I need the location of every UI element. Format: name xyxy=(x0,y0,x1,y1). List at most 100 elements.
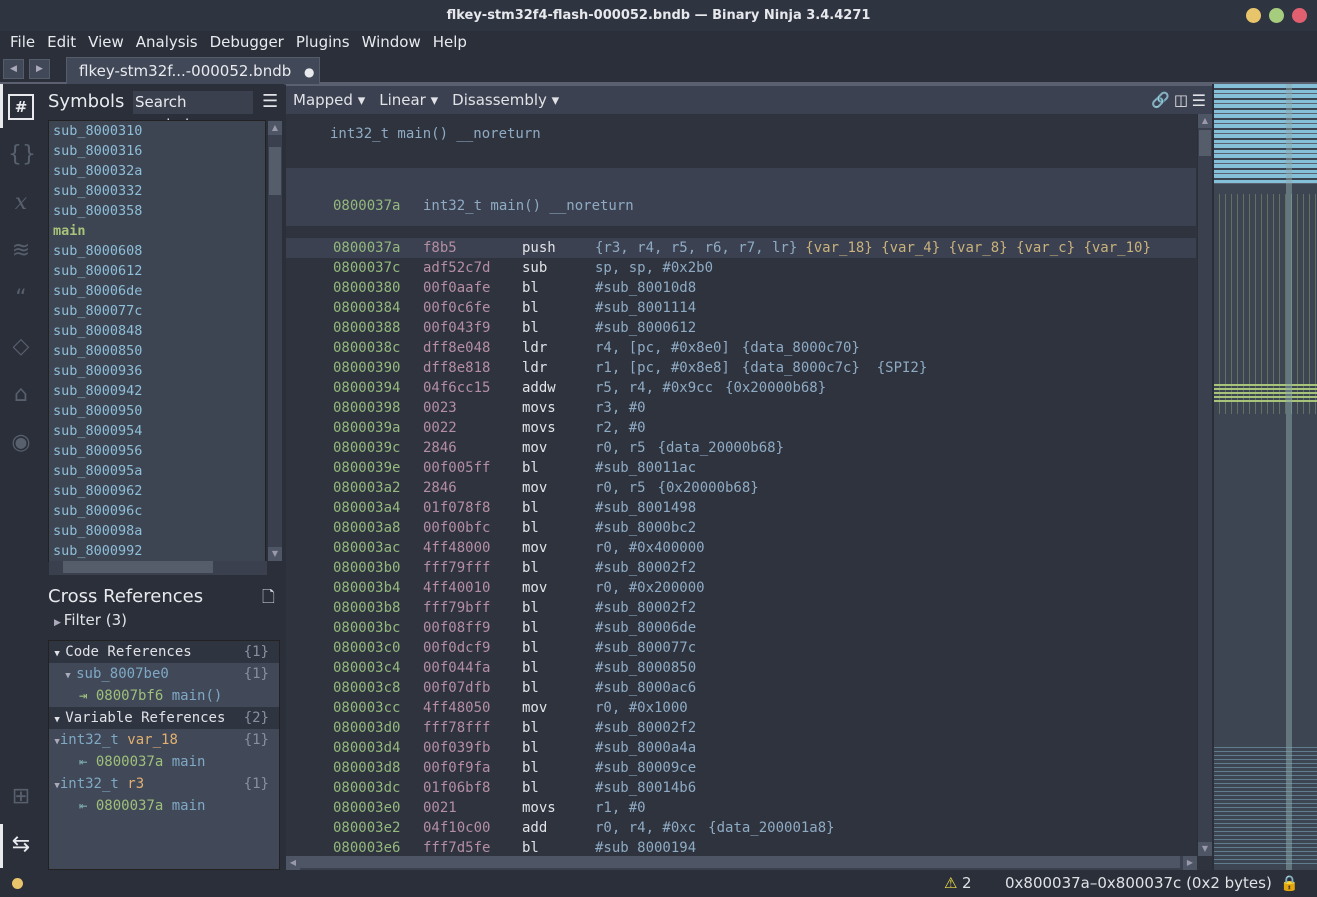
warning-icon[interactable]: ⚠ xyxy=(944,870,957,897)
tags-icon[interactable]: ◇ xyxy=(8,334,34,360)
minimize-button[interactable] xyxy=(1246,8,1261,23)
symbol-item[interactable]: sub_8000310 xyxy=(49,121,265,141)
instruction-row[interactable]: 080003cc 4ff48050 mov r0, #0x1000 xyxy=(286,698,1196,718)
lock-icon[interactable]: 🔒 xyxy=(1280,870,1299,897)
mapped-dropdown[interactable]: Mapped ▾ xyxy=(293,91,365,109)
xref-code-item[interactable]: ⇥ 08007bf6 main() xyxy=(49,685,279,707)
symbol-item[interactable]: sub_800095a xyxy=(49,461,265,481)
disassembly-dropdown[interactable]: Disassembly ▾ xyxy=(452,91,559,109)
close-button[interactable] xyxy=(1292,8,1307,23)
instruction-row[interactable]: 08000384 00f0c6fe bl #sub_8001114 xyxy=(286,298,1196,318)
menu-window[interactable]: Window xyxy=(356,31,427,54)
xref-variable-item[interactable]: ▼int32_t r3 {1} xyxy=(49,773,279,795)
variables-icon[interactable]: x xyxy=(8,190,34,216)
minimap[interactable] xyxy=(1214,84,1317,870)
menu-file[interactable]: File xyxy=(4,31,41,54)
cross-references-icon[interactable]: ⇆ xyxy=(8,832,34,858)
link-icon[interactable]: 🔗 xyxy=(1151,91,1170,109)
menu-plugins[interactable]: Plugins xyxy=(290,31,356,54)
menu-edit[interactable]: Edit xyxy=(41,31,82,54)
instruction-row[interactable]: 080003e6 fff7d5fe bl #sub_8000194 xyxy=(286,838,1196,854)
instruction-row[interactable]: 0800039a 0022 movs r2, #0 xyxy=(286,418,1196,438)
symbol-item[interactable]: sub_8000950 xyxy=(49,401,265,421)
symbol-item[interactable]: sub_8000956 xyxy=(49,441,265,461)
instruction-row[interactable]: 080003ac 4ff48000 mov r0, #0x400000 xyxy=(286,538,1196,558)
graph-icon[interactable]: ⊞ xyxy=(8,784,34,810)
instruction-row[interactable]: 08000398 0023 movs r3, #0 xyxy=(286,398,1196,418)
instruction-row[interactable]: 080003b0 fff79fff bl #sub_80002f2 xyxy=(286,558,1196,578)
instruction-row[interactable]: 080003c4 00f044fa bl #sub_8000850 xyxy=(286,658,1196,678)
disassembly-vertical-scrollbar[interactable]: ▲ ▼ xyxy=(1197,114,1212,856)
maximize-button[interactable] xyxy=(1269,8,1284,23)
symbols-menu-icon[interactable]: ☰ xyxy=(262,91,278,112)
symbol-item[interactable]: sub_8000936 xyxy=(49,361,265,381)
variable-references-group[interactable]: ▼ Variable References {2} xyxy=(49,707,279,729)
symbol-item[interactable]: sub_8000962 xyxy=(49,481,265,501)
symbol-item[interactable]: sub_8000608 xyxy=(49,241,265,261)
tab-scroll-right-button[interactable]: ▶ xyxy=(29,59,50,79)
menu-view[interactable]: View xyxy=(82,31,130,54)
instruction-row[interactable]: 0800037a f8b5 push {r3, r4, r5, r6, r7, lr}… xyxy=(286,238,1196,258)
instruction-row[interactable]: 080003b8 fff79bff bl #sub_80002f2 xyxy=(286,598,1196,618)
tab-file[interactable]: flkey-stm32f...-000052.bndb ● xyxy=(66,57,320,85)
split-view-icon[interactable]: ◫ xyxy=(1174,91,1188,109)
symbol-item[interactable]: sub_8000850 xyxy=(49,341,265,361)
instruction-row[interactable]: 080003d0 fff78fff bl #sub_80002f2 xyxy=(286,718,1196,738)
scrollbar-thumb[interactable] xyxy=(1199,130,1211,156)
instruction-row[interactable]: 080003bc 00f08ff9 bl #sub_80006de xyxy=(286,618,1196,638)
instruction-row[interactable]: 080003c8 00f07dfb bl #sub_8000ac6 xyxy=(286,678,1196,698)
strings-icon[interactable]: “ xyxy=(8,286,34,312)
linear-dropdown[interactable]: Linear ▾ xyxy=(379,91,438,109)
tab-scroll-left-button[interactable]: ◀ xyxy=(3,59,24,79)
symbol-item[interactable]: sub_8000954 xyxy=(49,421,265,441)
new-xref-pane-icon[interactable]: 🗋 xyxy=(262,586,275,613)
instruction-row[interactable]: 0800038c dff8e048 ldr r4, [pc, #0x8e0] {data… xyxy=(286,338,1196,358)
symbol-item[interactable]: sub_80006de xyxy=(49,281,265,301)
menu-analysis[interactable]: Analysis xyxy=(130,31,204,54)
instruction-row[interactable]: 08000380 00f0aafe bl #sub_80010d8 xyxy=(286,278,1196,298)
xref-filter-toggle[interactable]: ▶ Filter (3) xyxy=(54,611,127,629)
types-icon[interactable]: {} xyxy=(8,142,36,168)
symbols-horizontal-scrollbar[interactable] xyxy=(49,561,267,575)
instruction-row[interactable]: 080003d4 00f039fb bl #sub_8000a4a xyxy=(286,738,1196,758)
instruction-row[interactable]: 08000388 00f043f9 bl #sub_8000612 xyxy=(286,318,1196,338)
symbols-icon[interactable]: # xyxy=(8,94,34,120)
view-menu-icon[interactable]: ☰ xyxy=(1192,91,1206,110)
xref-variable-use[interactable]: ⇤ 0800037a main xyxy=(49,795,279,817)
xref-variable-use[interactable]: ⇤ 0800037a main xyxy=(49,751,279,773)
menu-help[interactable]: Help xyxy=(427,31,473,54)
instruction-row[interactable]: 080003dc 01f06bf8 bl #sub_80014b6 xyxy=(286,778,1196,798)
instruction-row[interactable]: 080003d8 00f0f9fa bl #sub_80009ce xyxy=(286,758,1196,778)
instruction-row[interactable]: 0800037c adf52c7d sub sp, sp, #0x2b0 xyxy=(286,258,1196,278)
instruction-row[interactable]: 080003b4 4ff40010 mov r0, #0x200000 xyxy=(286,578,1196,598)
instruction-row[interactable]: 080003a4 01f078f8 bl #sub_8001498 xyxy=(286,498,1196,518)
instruction-row[interactable]: 080003e0 0021 movs r1, #0 xyxy=(286,798,1196,818)
instruction-row[interactable]: 08000390 dff8e818 ldr r1, [pc, #0x8e8] {data… xyxy=(286,358,1196,378)
instruction-row[interactable]: 080003c0 00f0dcf9 bl #sub_800077c xyxy=(286,638,1196,658)
symbol-item[interactable]: sub_8000848 xyxy=(49,321,265,341)
code-references-group[interactable]: ▼ Code References {1} xyxy=(49,641,279,663)
scrollbar-thumb[interactable] xyxy=(269,147,281,195)
instruction-row[interactable]: 080003a8 00f00bfc bl #sub_8000bc2 xyxy=(286,518,1196,538)
symbol-item[interactable]: main xyxy=(49,221,265,241)
warning-count[interactable]: 2 xyxy=(962,870,972,897)
symbols-search-input[interactable]: Search symbols xyxy=(132,90,254,134)
symbol-item[interactable]: sub_8000942 xyxy=(49,381,265,401)
symbols-vertical-scrollbar[interactable]: ▲ ▼ xyxy=(267,121,282,561)
symbol-item[interactable]: sub_800032a xyxy=(49,161,265,181)
symbol-item[interactable]: sub_8000992 xyxy=(49,541,265,561)
layers-icon[interactable]: ≋ xyxy=(8,238,34,264)
symbol-item[interactable]: sub_800096c xyxy=(49,501,265,521)
instruction-row[interactable]: 0800039c 2846 mov r0, r5 {data_20000b68} xyxy=(286,438,1196,458)
instruction-row[interactable]: 0800039e 00f005ff bl #sub_80011ac xyxy=(286,458,1196,478)
symbol-item[interactable]: sub_8000612 xyxy=(49,261,265,281)
symbol-item[interactable]: sub_800077c xyxy=(49,301,265,321)
symbol-item[interactable]: sub_800098a xyxy=(49,521,265,541)
xref-function-item[interactable]: ▼ sub_8007be0 {1} xyxy=(49,663,279,685)
symbol-item[interactable]: sub_8000316 xyxy=(49,141,265,161)
debugger-icon[interactable]: ◉ xyxy=(8,430,34,456)
xref-variable-item[interactable]: ▼int32_t var_18 {1} xyxy=(49,729,279,751)
menu-debugger[interactable]: Debugger xyxy=(204,31,290,54)
symbol-item[interactable]: sub_8000332 xyxy=(49,181,265,201)
instruction-row[interactable]: 080003a2 2846 mov r0, r5 {0x20000b68} xyxy=(286,478,1196,498)
